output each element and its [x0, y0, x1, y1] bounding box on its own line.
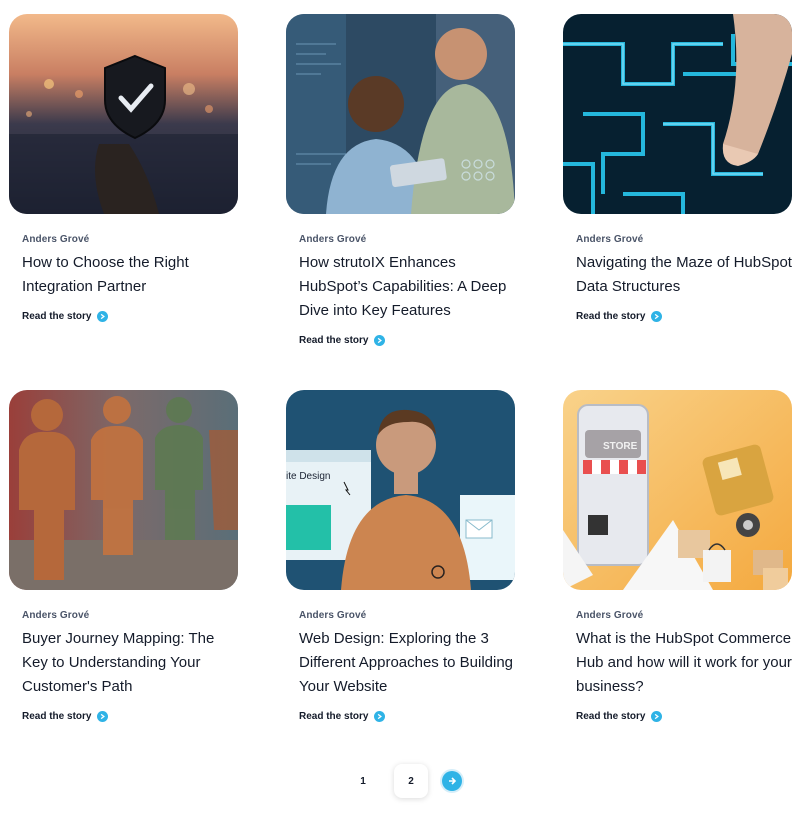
digital-maze-image [563, 14, 792, 214]
author-name: Anders Grové [299, 234, 367, 245]
read-story-label: Read the story [22, 711, 92, 722]
arrow-right-icon [449, 777, 457, 785]
man-web-design-image: ite Design [286, 390, 515, 590]
article-image[interactable]: ite Design [286, 390, 515, 590]
store-delivery-image: STORE [563, 390, 792, 590]
article-card: STORE Anders Grové What is the HubSpot C… [563, 390, 792, 724]
pagination: 1 2 [346, 764, 462, 798]
page-1-button[interactable]: 1 [346, 764, 380, 798]
page-2-button[interactable]: 2 [394, 764, 428, 798]
article-title[interactable]: What is the HubSpot Commerce Hub and how… [576, 627, 792, 699]
author-name: Anders Grové [299, 610, 367, 621]
article-card: Anders Grové How strutoIX Enhances HubSp… [286, 14, 515, 348]
arrow-right-icon [97, 311, 109, 322]
author-name: Anders Grové [22, 610, 90, 621]
article-image[interactable] [9, 14, 238, 214]
arrow-right-icon [374, 711, 386, 722]
article-image[interactable] [9, 390, 238, 590]
read-story-link[interactable]: Read the story [299, 335, 386, 346]
read-story-link[interactable]: Read the story [22, 311, 109, 322]
article-image[interactable] [286, 14, 515, 214]
read-story-label: Read the story [576, 311, 646, 322]
read-story-label: Read the story [299, 711, 369, 722]
article-title[interactable]: Buyer Journey Mapping: The Key to Unders… [22, 627, 238, 699]
read-story-link[interactable]: Read the story [576, 711, 663, 722]
author-name: Anders Grové [576, 610, 644, 621]
wooden-figures-image [9, 390, 238, 590]
arrow-right-icon [97, 711, 109, 722]
arrow-right-icon [651, 311, 663, 322]
article-card: Anders Grové Buyer Journey Mapping: The … [9, 390, 238, 724]
arrow-right-icon [651, 711, 663, 722]
image-text: ite Design [286, 471, 330, 482]
author-name: Anders Grové [576, 234, 644, 245]
read-story-link[interactable]: Read the story [299, 711, 386, 722]
article-title[interactable]: Web Design: Exploring the 3 Different Ap… [299, 627, 515, 699]
read-story-label: Read the story [299, 335, 369, 346]
article-card: Anders Grové Navigating the Maze of HubS… [563, 14, 792, 324]
article-title[interactable]: Navigating the Maze of HubSpot Data Stru… [576, 251, 792, 299]
article-card: ite Design Anders Grové Web Design: Expl… [286, 390, 515, 724]
article-card: Anders Grové How to Choose the Right Int… [9, 14, 238, 324]
read-story-link[interactable]: Read the story [22, 711, 109, 722]
author-name: Anders Grové [22, 234, 90, 245]
article-title[interactable]: How to Choose the Right Integration Part… [22, 251, 238, 299]
article-title[interactable]: How strutoIX Enhances HubSpot’s Capabili… [299, 251, 515, 323]
read-story-label: Read the story [22, 311, 92, 322]
read-story-link[interactable]: Read the story [576, 311, 663, 322]
two-men-tablet-image [286, 14, 515, 214]
read-story-label: Read the story [576, 711, 646, 722]
security-shield-image [9, 14, 238, 214]
article-image[interactable] [563, 14, 792, 214]
image-text: STORE [603, 441, 638, 452]
arrow-right-icon [374, 335, 386, 346]
article-image[interactable]: STORE [563, 390, 792, 590]
next-page-button[interactable] [442, 771, 462, 791]
